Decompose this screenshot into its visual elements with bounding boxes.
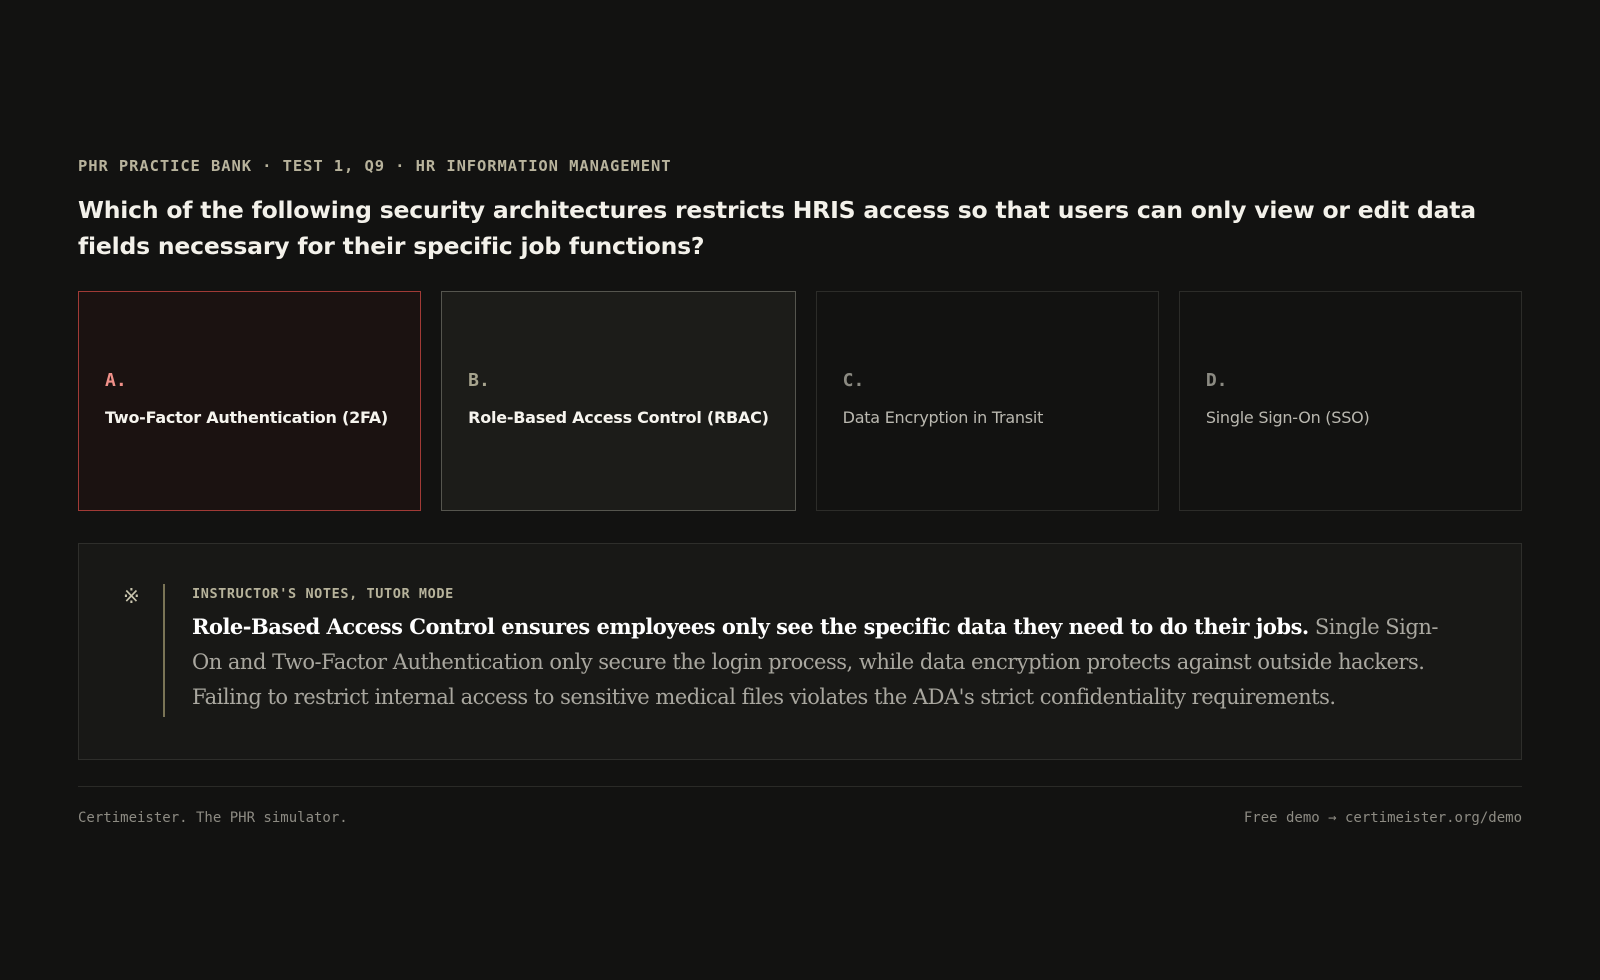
footer: Certimeister. The PHR simulator. Free de… [78,808,1522,828]
notes-label: INSTRUCTOR'S NOTES, TUTOR MODE [192,586,454,602]
question-text: Which of the following security architec… [78,196,1476,260]
option-letter: C. [842,370,865,391]
option-d[interactable]: D. Single Sign-On (SSO) [1178,291,1522,511]
question-eyebrow: PHR PRACTICE BANK · TEST 1, Q9 · HR INFO… [78,157,672,175]
notes-explanation: Role-Based Access Control ensures employ… [192,609,1462,715]
footer-divider [78,786,1522,787]
option-label: Role-Based Access Control (RBAC) [468,408,769,427]
notes-lead: Role-Based Access Control ensures employ… [192,614,1309,639]
notes-content: INSTRUCTOR'S NOTES, TUTOR MODE Role-Base… [192,585,1462,715]
instructor-notes-panel: ※ INSTRUCTOR'S NOTES, TUTOR MODE Role-Ba… [78,543,1522,760]
option-label: Single Sign-On (SSO) [1205,408,1370,427]
option-letter: D. [1205,370,1228,391]
option-label: Data Encryption in Transit [842,408,1044,427]
notes-divider [163,584,165,717]
option-label: Two-Factor Authentication (2FA) [105,408,388,427]
option-c[interactable]: C. Data Encryption in Transit [815,291,1159,511]
free-demo-link[interactable]: Free demo → certimeister.org/demo [1244,808,1522,828]
option-a[interactable]: A. Two-Factor Authentication (2FA) [78,291,422,511]
answer-options: A. Two-Factor Authentication (2FA) B. Ro… [78,291,1522,511]
option-letter: B. [468,370,490,391]
option-b[interactable]: B. Role-Based Access Control (RBAC) [441,291,796,511]
reference-mark-icon: ※ [123,586,140,608]
footer-tagline: Certimeister. The PHR simulator. [78,810,348,826]
option-letter: A. [105,370,127,391]
question-screen: PHR PRACTICE BANK · TEST 1, Q9 · HR INFO… [78,156,1522,826]
